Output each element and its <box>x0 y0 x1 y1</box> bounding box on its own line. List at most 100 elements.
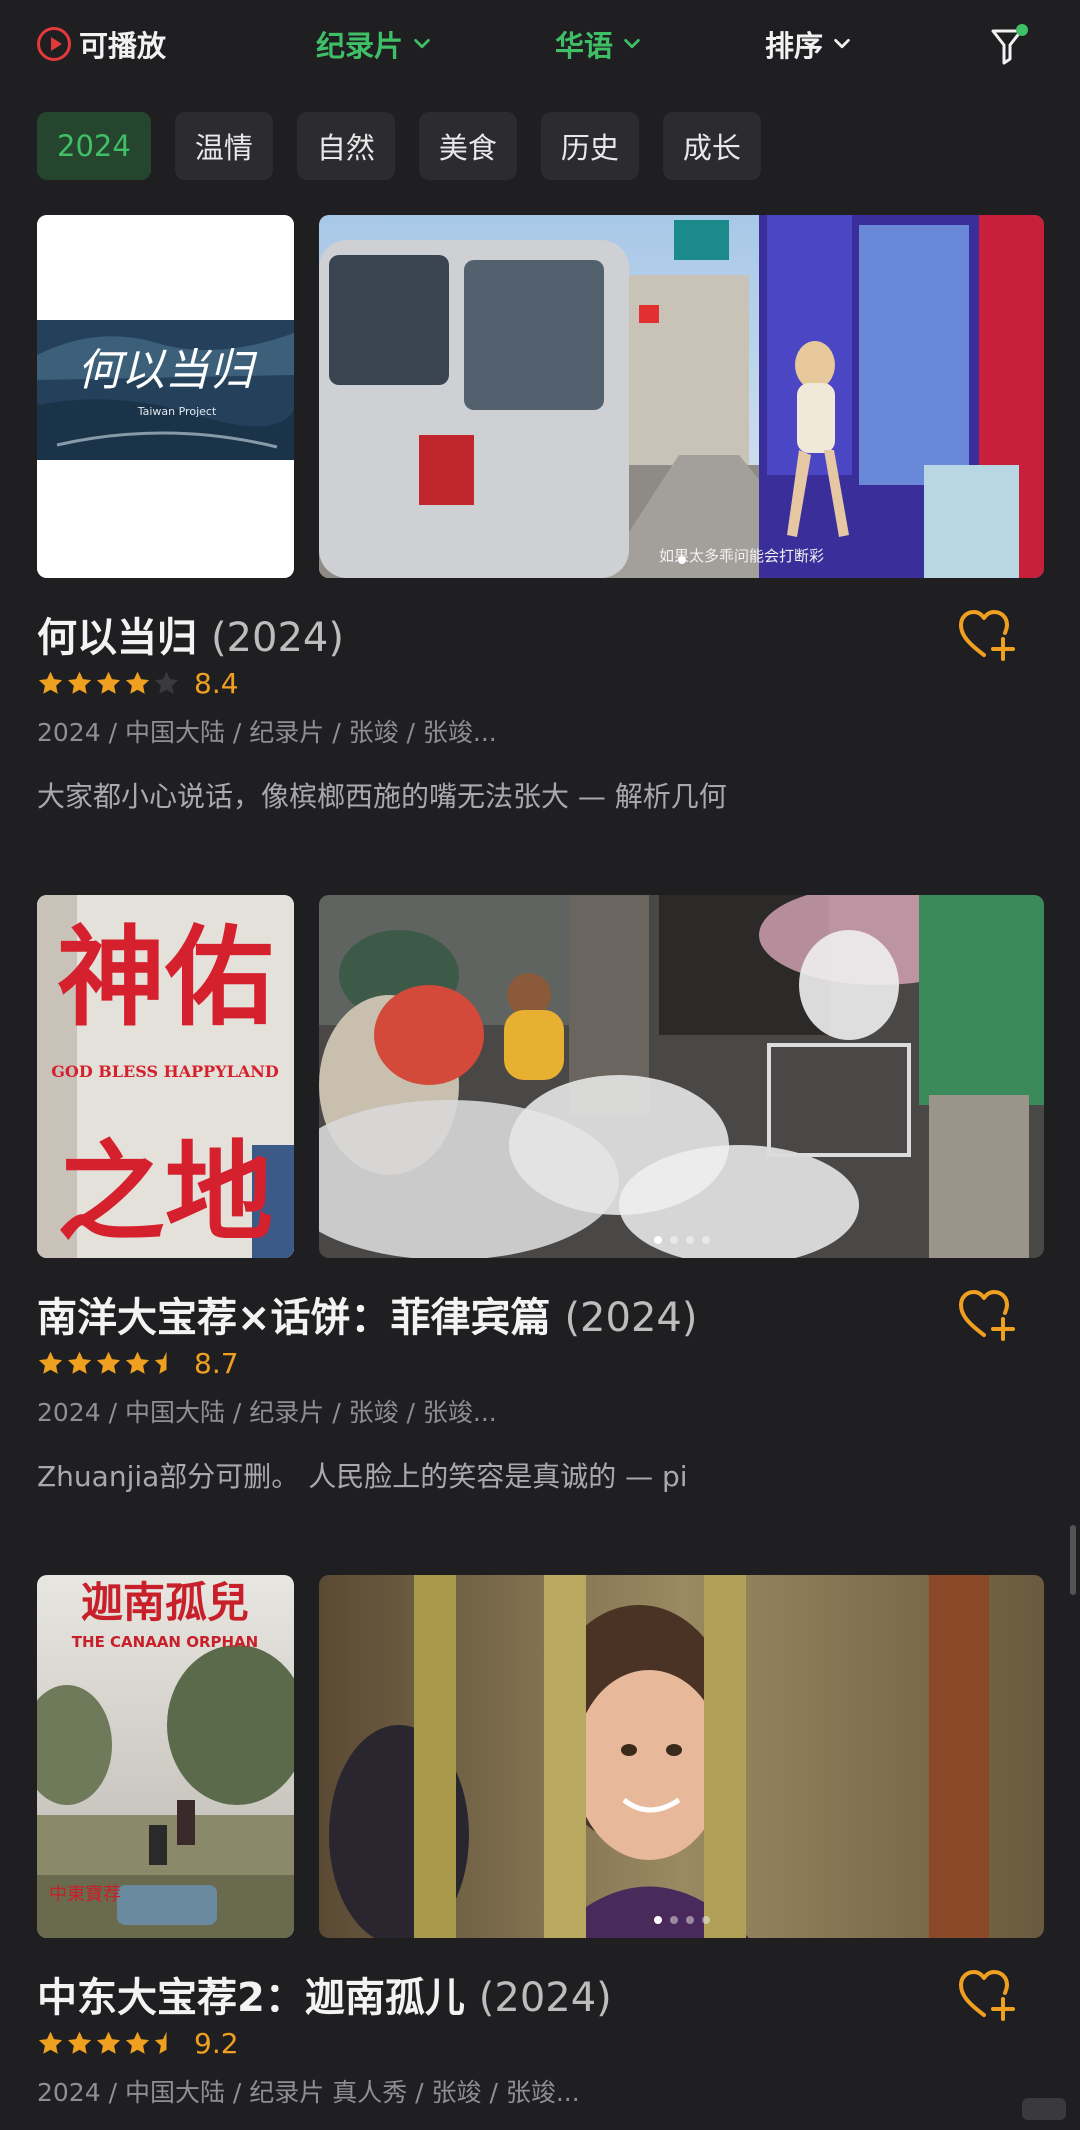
chip-growth[interactable]: 成长 <box>662 112 761 180</box>
movie-title[interactable]: 中东大宝荐2：迦南孤儿 (2024) <box>37 1965 612 2023</box>
rating-row: 8.4 <box>37 667 239 700</box>
poster-art: 神佑 GOD BLESS HAPPYLAND 之地 <box>37 895 294 1258</box>
play-circle-icon <box>37 27 71 61</box>
movie-poster[interactable]: 何以当归 Taiwan Project <box>37 215 294 578</box>
rating-score: 9.2 <box>194 2027 239 2060</box>
star-full-icon <box>125 2031 150 2054</box>
star-empty-icon <box>154 671 179 694</box>
star-full-icon <box>67 2031 92 2054</box>
poster-title-top: 神佑 <box>57 916 273 1041</box>
add-favorite-button[interactable] <box>958 1969 1018 2023</box>
chevron-down-icon <box>414 38 430 49</box>
playable-label: 可播放 <box>79 29 167 63</box>
star-rating <box>37 670 180 697</box>
poster-stamp-text: 中東寶荐 <box>49 1884 121 1905</box>
carousel-dots <box>319 1236 1044 1244</box>
movie-meta: 2024 / 中国大陆 / 纪录片 / 张竣 / 张竣... <box>37 1398 497 1427</box>
heart-plus-icon <box>959 1970 1015 2021</box>
movie-poster[interactable]: 神佑 GOD BLESS HAPPYLAND 之地 <box>37 895 294 1258</box>
poster-subtitle-text: Taiwan Project <box>137 405 217 418</box>
star-full-icon <box>38 671 63 694</box>
poster-art: 何以当归 Taiwan Project <box>37 215 294 578</box>
movie-year: (2024) <box>478 1975 612 2021</box>
chip-history[interactable]: 历史 <box>540 112 639 180</box>
add-favorite-button[interactable] <box>958 1289 1018 1343</box>
category-dropdown[interactable]: 纪录片 <box>316 22 433 66</box>
movie-title-text: 中东大宝荐2：迦南孤儿 <box>37 1975 465 2021</box>
scrollbar-thumb[interactable] <box>1070 1525 1076 1595</box>
carousel-dot <box>653 1236 662 1244</box>
movie-meta: 2024 / 中国大陆 / 纪录片 / 张竣 / 张竣... <box>37 718 497 747</box>
heart-plus-icon <box>959 610 1015 661</box>
still-image <box>319 1575 1044 1938</box>
tag-chip-row: 2024 温情 自然 美食 历史 成长 <box>37 112 761 180</box>
chevron-down-icon <box>834 38 850 49</box>
movie-year: (2024) <box>564 1295 698 1341</box>
movie-still-carousel[interactable] <box>319 1575 1044 1938</box>
carousel-dot <box>653 1916 662 1924</box>
movie-title-text: 南洋大宝荐×话饼：菲律宾篇 <box>37 1295 551 1341</box>
poster-en-text: GOD BLESS HAPPYLAND <box>51 1062 279 1081</box>
star-full-icon <box>96 671 121 694</box>
chip-warm[interactable]: 温情 <box>174 112 273 180</box>
chip-food[interactable]: 美食 <box>418 112 517 180</box>
carousel-dots <box>319 1916 1044 1924</box>
watermark-badge <box>1022 2098 1066 2120</box>
sort-dropdown[interactable]: 排序 <box>765 22 853 66</box>
star-full-icon <box>125 671 150 694</box>
carousel-dot <box>677 556 686 564</box>
chip-nature[interactable]: 自然 <box>296 112 395 180</box>
language-dropdown[interactable]: 华语 <box>555 22 643 66</box>
star-full-icon <box>125 1351 150 1374</box>
poster-art: 迦南孤兒 THE CANAAN ORPHAN 中東寶荐 <box>37 1575 294 1938</box>
filter-active-dot <box>1016 24 1028 36</box>
add-favorite-button[interactable] <box>958 609 1018 663</box>
sort-label: 排序 <box>765 29 824 63</box>
rating-row: 8.7 <box>37 1347 239 1380</box>
category-label: 纪录片 <box>316 29 404 63</box>
star-half-icon <box>154 1351 167 1374</box>
playable-filter[interactable]: 可播放 <box>37 22 166 66</box>
carousel-dot <box>701 1236 710 1244</box>
still-image: 如果太多乖问能会打断彩 <box>319 215 1044 578</box>
filter-button[interactable] <box>990 24 1030 66</box>
heart-plus-icon <box>959 1290 1015 1341</box>
star-full-icon <box>96 1351 121 1374</box>
rating-score: 8.4 <box>194 667 239 700</box>
star-full-icon <box>96 2031 121 2054</box>
star-full-icon <box>67 1351 92 1374</box>
chevron-down-icon <box>624 38 640 49</box>
star-rating <box>37 2030 180 2057</box>
movie-still-carousel[interactable] <box>319 895 1044 1258</box>
rating-row: 9.2 <box>37 2027 239 2060</box>
star-rating <box>37 1350 180 1377</box>
poster-title-text: 何以当归 <box>77 345 258 396</box>
carousel-dot <box>701 1916 710 1924</box>
movie-still-carousel[interactable]: 如果太多乖问能会打断彩 <box>319 215 1044 578</box>
poster-title-text: 迦南孤兒 <box>81 1578 249 1627</box>
rating-score: 8.7 <box>194 1347 239 1380</box>
star-half-icon <box>154 2031 167 2054</box>
review-quote[interactable]: Zhuanjia部分可删。 人民脸上的笑容是真诚的 — pi <box>37 1455 688 1495</box>
star-full-icon <box>67 671 92 694</box>
poster-en-text: THE CANAAN ORPHAN <box>72 1633 258 1651</box>
language-label: 华语 <box>555 29 614 63</box>
carousel-dot <box>685 1916 694 1924</box>
movie-poster[interactable]: 迦南孤兒 THE CANAAN ORPHAN 中東寶荐 <box>37 1575 294 1938</box>
movie-title[interactable]: 何以当归 (2024) <box>37 605 344 663</box>
review-quote[interactable]: 大家都小心说话，像槟榔西施的嘴无法张大 — 解析几何 <box>37 775 727 815</box>
carousel-dot <box>669 1916 678 1924</box>
star-full-icon <box>38 2031 63 2054</box>
chip-2024[interactable]: 2024 <box>37 112 151 180</box>
star-full-icon <box>38 1351 63 1374</box>
still-image <box>319 895 1044 1258</box>
movie-meta: 2024 / 中国大陆 / 纪录片 真人秀 / 张竣 / 张竣... <box>37 2078 580 2107</box>
carousel-dot <box>685 1236 694 1244</box>
poster-title-bottom: 之地 <box>57 1131 273 1256</box>
top-filter-bar: 可播放 纪录片 华语 排序 <box>0 0 1080 92</box>
carousel-dot <box>669 1236 678 1244</box>
movie-title[interactable]: 南洋大宝荐×话饼：菲律宾篇 (2024) <box>37 1285 697 1343</box>
carousel-dots <box>319 556 1044 564</box>
movie-year: (2024) <box>210 615 344 661</box>
movie-title-text: 何以当归 <box>37 615 197 661</box>
